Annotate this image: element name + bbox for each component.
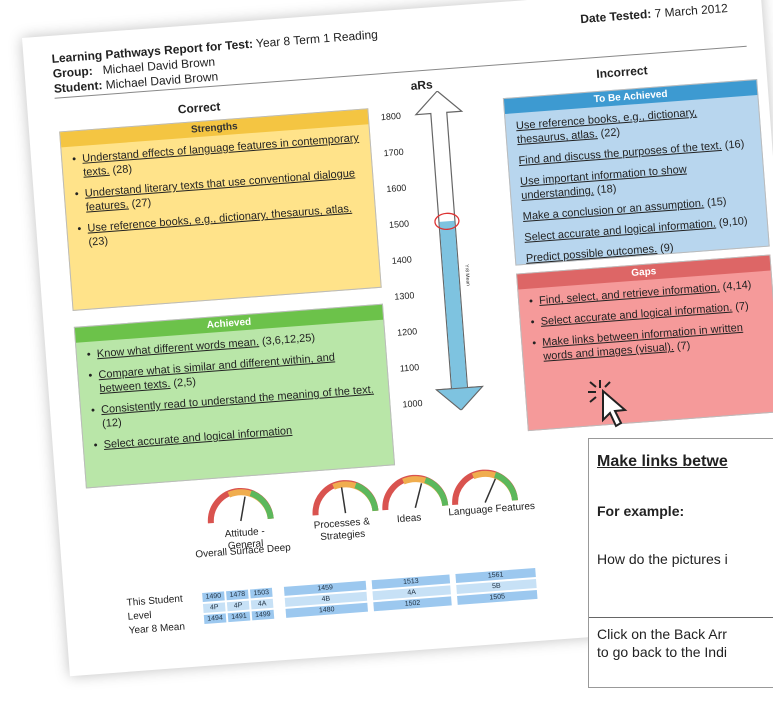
popup-example-label: For example:: [597, 503, 685, 519]
gap-link[interactable]: Make links between information in writte…: [542, 322, 743, 363]
popup-footer-line1: Click on the Back Arr: [597, 626, 727, 642]
popup-title: Make links betwe: [597, 453, 728, 470]
gauge-label-ideas: Ideas: [396, 512, 422, 526]
cell-att-overall-mean: 1494: [203, 613, 227, 624]
gauge-label-processes: Processes & Strategies: [313, 516, 371, 544]
popup-question: How do the pictures i: [597, 551, 728, 567]
scale-tick: 1200: [396, 326, 418, 338]
tba-ref: (15): [706, 195, 727, 210]
attitude-sub-overall: Overall: [195, 547, 228, 561]
attitude-subheaders: Overall Surface Deep: [193, 542, 294, 561]
attitude-sub-surface: Surface: [229, 544, 265, 558]
achieved-ref: (12): [101, 416, 123, 431]
cell-att-surface-level: 4P: [226, 600, 250, 612]
gauge-ideas: [382, 474, 449, 511]
achieved-link[interactable]: Know what different words mean.: [96, 336, 259, 360]
gauge-arc-green: [354, 482, 379, 512]
popup-footer-line2: to go back to the Indi: [597, 644, 727, 660]
gauge-needle: [484, 478, 497, 503]
scale-tick: 1400: [391, 254, 413, 266]
ars-scale-arrow: Yr8 Mean: [414, 90, 484, 411]
attitude-sub-deep: Deep: [266, 542, 292, 556]
gauge-arc-green: [493, 471, 519, 501]
screenshot-stage: Learning Pathways Report for Test: Year …: [0, 0, 773, 702]
cell-att-overall-student: 1490: [202, 591, 225, 603]
achieved-ref: (3,6,12,25): [261, 331, 316, 348]
cell-att-deep-student: 1503: [249, 587, 273, 599]
scale-tick: 1100: [399, 362, 420, 374]
report-header: Learning Pathways Report for Test: Year …: [51, 0, 742, 97]
popup-footer: Click on the Back Arr to go back to the …: [597, 625, 727, 661]
strengths-panel: Strengths Understand effects of language…: [59, 108, 382, 311]
tba-ref: (18): [596, 182, 617, 197]
scale-tick: 1600: [385, 182, 407, 195]
gap-ref: (7): [676, 339, 691, 353]
gauge-needle: [240, 496, 246, 522]
row-label-mean: Year 8 Mean: [128, 621, 186, 637]
strength-ref: (27): [131, 196, 152, 211]
gap-ref: (4,14): [722, 279, 752, 294]
strength-ref: (23): [88, 235, 109, 249]
tba-ref: (9,10): [718, 215, 749, 230]
tba-ref: (16): [724, 138, 745, 152]
to-be-achieved-panel: To Be Achieved Use reference books, e.g.…: [502, 78, 770, 266]
tba-ref: (9): [659, 241, 674, 255]
achieved-panel: Achieved Know what different words mean.…: [73, 303, 396, 489]
scale-tick: 1800: [380, 110, 402, 123]
gap-ref: (7): [734, 300, 750, 314]
click-cursor-icon: [588, 380, 628, 428]
gauge-language: [452, 469, 519, 506]
gauge-needle: [340, 487, 347, 514]
arrow-fill-tip: [435, 385, 484, 411]
gauge-processes: [312, 480, 379, 516]
correct-heading: Correct: [177, 99, 221, 117]
arrow-fill: [439, 220, 467, 389]
scale-tick: 1000: [402, 398, 423, 410]
cell-att-surface-student: 1478: [226, 589, 249, 601]
achieved-ref: (2,5): [172, 375, 197, 390]
tba-link[interactable]: Predict possible outcomes.: [526, 243, 658, 265]
scale-tick: 1500: [388, 218, 410, 230]
cell-att-deep-mean: 1499: [251, 609, 275, 621]
student-label: Student:: [53, 78, 103, 96]
gauge-arc-green: [249, 490, 274, 520]
strength-ref: (28): [112, 163, 133, 177]
cell-att-surface-mean: 1491: [227, 611, 251, 623]
tba-ref: (22): [600, 126, 621, 140]
popup-divider: [589, 617, 773, 618]
gauge-arc-green: [424, 477, 449, 507]
gauge-attitude: [207, 487, 274, 524]
explanation-popup: Make links betwe For example: How do the…: [588, 438, 773, 688]
cell-att-deep-level: 4A: [250, 598, 274, 610]
pointer-arrow: [602, 388, 628, 428]
yr8-mean-label: Yr8 Mean: [463, 264, 471, 286]
scale-tick: 1700: [383, 146, 405, 159]
incorrect-heading: Incorrect: [595, 63, 649, 82]
scale-tick: 1300: [394, 290, 415, 302]
gauge-needle: [414, 483, 423, 509]
row-label-student: This Student: [126, 593, 184, 609]
cell-att-overall-level: 4P: [202, 602, 226, 614]
